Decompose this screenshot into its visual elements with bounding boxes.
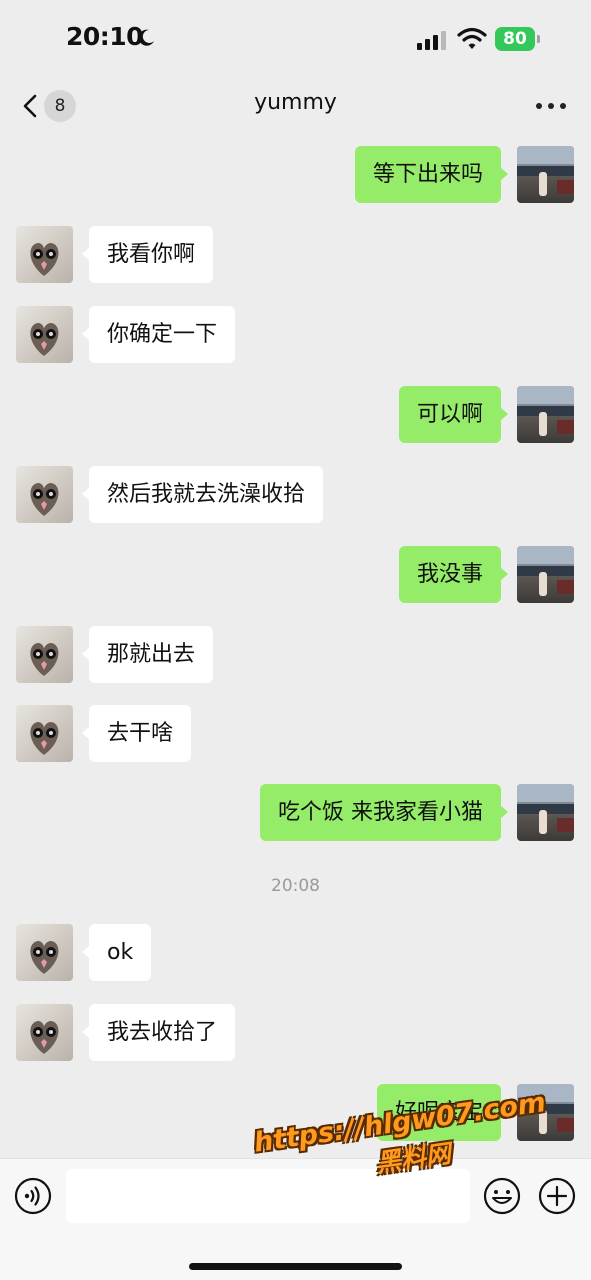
- cat-avatar-icon: [30, 1021, 59, 1054]
- message-input[interactable]: [66, 1169, 470, 1223]
- my-avatar[interactable]: [517, 784, 574, 841]
- message-received: 你确定一下: [0, 306, 591, 366]
- more-dot-icon: [536, 103, 542, 109]
- message-received: 去干啥: [0, 705, 591, 765]
- my-avatar[interactable]: [517, 386, 574, 443]
- message-bubble[interactable]: 我没事: [398, 546, 509, 603]
- emoji-icon[interactable]: [483, 1177, 521, 1215]
- cat-avatar-icon: [30, 643, 59, 676]
- message-bubble[interactable]: 我看你啊: [81, 226, 214, 283]
- voice-input-icon[interactable]: [14, 1177, 52, 1215]
- message-timestamp: 20:08: [271, 876, 320, 896]
- my-avatar[interactable]: [517, 546, 574, 603]
- message-sent: 等下出来吗: [0, 146, 591, 206]
- cat-avatar-icon: [30, 722, 59, 755]
- message-bubble[interactable]: 你确定一下: [81, 306, 236, 363]
- battery-cap: [537, 35, 540, 43]
- chat-messages: 等下出来吗 我看你啊 你确定一下 可以啊 然后我就去洗澡收拾 我没事 那就出去 …: [0, 134, 591, 1158]
- message-received: ok: [0, 924, 591, 984]
- my-avatar[interactable]: [517, 1084, 574, 1141]
- more-dot-icon: [548, 103, 554, 109]
- message-bubble[interactable]: 吃个饭 来我家看小猫: [260, 784, 508, 841]
- cat-avatar-icon: [30, 323, 59, 356]
- cat-avatar-icon: [30, 243, 59, 276]
- status-time: 20:10: [66, 22, 144, 51]
- photo-avatar-icon: [517, 146, 574, 196]
- plus-icon[interactable]: [538, 1177, 576, 1215]
- nav-bar: yummy 8: [0, 80, 591, 134]
- message-sent: 吃个饭 来我家看小猫: [0, 784, 591, 844]
- contact-avatar[interactable]: [16, 626, 73, 683]
- photo-avatar-icon: [517, 1084, 574, 1134]
- unread-count-badge: 8: [44, 90, 76, 122]
- contact-avatar[interactable]: [16, 1004, 73, 1061]
- input-bar: [0, 1158, 591, 1280]
- message-bubble[interactable]: 然后我就去洗澡收拾: [81, 466, 324, 523]
- chevron-left-icon: [23, 94, 37, 118]
- message-bubble[interactable]: 可以啊: [398, 386, 509, 443]
- chat-title: yummy: [254, 90, 337, 115]
- message-sent: 可以啊: [0, 386, 591, 446]
- back-button[interactable]: 8: [18, 86, 78, 126]
- more-options-button[interactable]: [534, 98, 568, 114]
- message-bubble[interactable]: 我去收拾了: [81, 1004, 236, 1061]
- contact-avatar[interactable]: [16, 705, 73, 762]
- more-dot-icon: [560, 103, 566, 109]
- contact-avatar[interactable]: [16, 466, 73, 523]
- contact-avatar[interactable]: [16, 306, 73, 363]
- message-sent: 我没事: [0, 546, 591, 606]
- photo-avatar-icon: [517, 546, 574, 596]
- status-bar: 20:10 80: [0, 0, 591, 80]
- cellular-signal-icon: [417, 31, 446, 50]
- message-received: 我去收拾了: [0, 1004, 591, 1064]
- message-received: 我看你啊: [0, 226, 591, 286]
- contact-avatar[interactable]: [16, 924, 73, 981]
- message-received: 那就出去: [0, 626, 591, 686]
- message-bubble[interactable]: 那就出去: [81, 626, 214, 683]
- home-indicator: [189, 1263, 402, 1270]
- message-bubble[interactable]: 好呢宝宝: [376, 1084, 509, 1141]
- message-received: 然后我就去洗澡收拾: [0, 466, 591, 526]
- moon-icon: [138, 29, 154, 46]
- photo-avatar-icon: [517, 386, 574, 436]
- message-bubble[interactable]: 去干啥: [81, 705, 192, 762]
- battery-level: 80: [495, 27, 535, 51]
- message-sent: 好呢宝宝: [0, 1084, 591, 1144]
- photo-avatar-icon: [517, 784, 574, 834]
- wifi-icon: [457, 27, 487, 49]
- message-bubble[interactable]: ok: [81, 924, 152, 981]
- cat-avatar-icon: [30, 941, 59, 974]
- cat-avatar-icon: [30, 483, 59, 516]
- my-avatar[interactable]: [517, 146, 574, 203]
- message-bubble[interactable]: 等下出来吗: [354, 146, 509, 203]
- contact-avatar[interactable]: [16, 226, 73, 283]
- battery-indicator: 80: [495, 27, 541, 51]
